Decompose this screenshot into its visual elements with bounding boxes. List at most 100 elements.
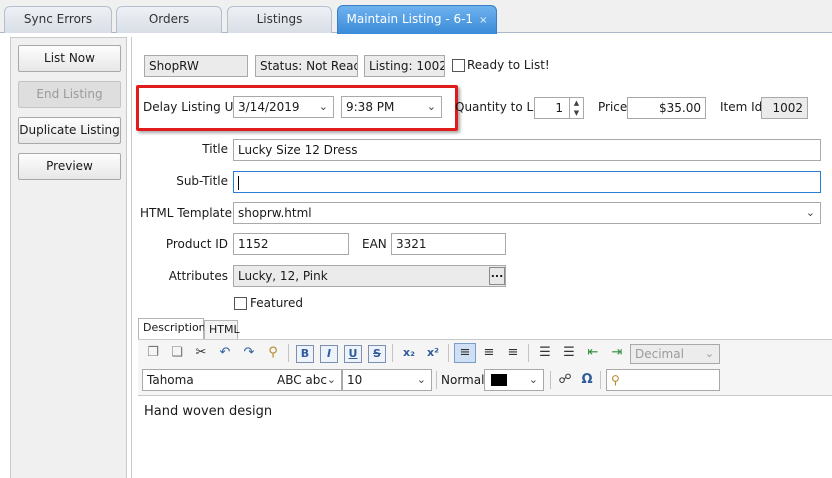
tab-html[interactable]: HTML <box>204 320 240 340</box>
item-id-field: 1002 <box>761 97 808 119</box>
underline-icon[interactable]: U <box>344 345 362 363</box>
align-center-icon[interactable]: ≡ <box>480 344 498 362</box>
price-label: Price <box>598 100 628 114</box>
tab-strip: Sync Errors Orders Listings Maintain Lis… <box>0 0 832 34</box>
tab-label: Maintain Listing - 6-1 <box>346 12 474 26</box>
subtitle-label: Sub-Title <box>176 174 228 188</box>
end-listing-button: End Listing <box>18 81 121 108</box>
list-now-button[interactable]: List Now <box>18 45 121 72</box>
close-icon[interactable]: × <box>479 15 487 26</box>
duplicate-listing-button[interactable]: Duplicate Listing <box>18 117 121 144</box>
tab-label: Sync Errors <box>23 12 93 26</box>
panel-divider <box>131 37 132 478</box>
delay-time-value: 9:38 PM <box>346 100 395 114</box>
product-id-label: Product ID <box>165 237 228 251</box>
toolbar-separator <box>288 344 289 362</box>
item-id-label: Item Id <box>720 100 763 114</box>
text-cursor <box>238 175 239 190</box>
listing-field: Listing: 1002 <box>364 55 445 77</box>
text-color-select[interactable]: ⌄ <box>484 369 544 391</box>
subtitle-input[interactable] <box>233 171 821 193</box>
find-icon[interactable]: ⚲ <box>264 344 282 362</box>
title-input[interactable]: Lucky Size 12 Dress <box>233 139 821 161</box>
link-icon[interactable]: ☍ <box>556 371 574 389</box>
toolbar-separator <box>436 371 437 389</box>
toolbar-separator <box>550 371 551 389</box>
up-arrow-icon[interactable]: ▲ <box>570 98 583 108</box>
action-panel: List Now End Listing Duplicate Listing P… <box>10 37 127 478</box>
tab-label: Listings <box>256 12 303 26</box>
font-size-select[interactable]: 10 ⌄ <box>342 369 432 391</box>
align-left-icon[interactable]: ≡ <box>454 343 476 363</box>
color-swatch <box>491 374 507 386</box>
outdent-icon[interactable]: ⇤ <box>584 344 602 362</box>
down-arrow-icon[interactable]: ▼ <box>570 108 583 118</box>
chevron-down-icon: ⌄ <box>805 206 815 219</box>
editor-toolbar: ❐ ❏ ✂ ↶ ↷ ⚲ B I U S x₂ x² ≡ ≡ ≡ ☰ ☰ ⇤ ⇥ … <box>138 339 832 395</box>
chevron-down-icon: ⌄ <box>416 373 426 386</box>
store-field: ShopRW <box>144 55 248 77</box>
list-style-select: Decimal ⌄ <box>630 344 720 364</box>
html-template-label: HTML Template <box>140 206 232 220</box>
font-name-select[interactable]: Tahoma ABC abc ⌄ <box>142 369 342 391</box>
featured-checkbox[interactable] <box>234 297 247 310</box>
tab-listings[interactable]: Listings <box>227 6 332 33</box>
align-right-icon[interactable]: ≡ <box>504 344 522 362</box>
stepper-arrows[interactable]: ▲ ▼ <box>569 98 583 118</box>
copy-icon[interactable]: ❐ <box>144 344 162 362</box>
numbered-list-icon[interactable]: ☰ <box>560 344 578 362</box>
special-character-icon[interactable]: Ω <box>578 371 596 389</box>
italic-icon[interactable]: I <box>320 345 338 363</box>
subscript-icon[interactable]: x₂ <box>400 344 418 362</box>
attributes-label: Attributes <box>168 269 228 283</box>
paste-icon[interactable]: ❏ <box>168 344 186 362</box>
search-icon: ⚲ <box>611 373 620 387</box>
list-style-value: Decimal <box>635 347 684 361</box>
toolbar-separator <box>392 344 393 362</box>
search-input[interactable]: ⚲ <box>606 369 720 391</box>
featured-label: Featured <box>250 296 303 310</box>
editor-tabs: Description HTML <box>138 318 832 340</box>
tab-orders[interactable]: Orders <box>116 6 222 33</box>
bold-icon[interactable]: B <box>296 345 314 363</box>
delay-date-select[interactable]: 3/14/2019 ⌄ <box>233 96 334 118</box>
status-field: Status: Not Ready <box>255 55 358 77</box>
toolbar-separator <box>528 344 529 362</box>
attributes-field: Lucky, 12, Pink <box>233 265 506 287</box>
delay-time-select[interactable]: 9:38 PM ⌄ <box>341 96 442 118</box>
editor-content[interactable]: Hand woven design <box>144 404 272 419</box>
chevron-down-icon: ⌄ <box>426 100 436 113</box>
indent-icon[interactable]: ⇥ <box>608 344 626 362</box>
tab-sync-errors[interactable]: Sync Errors <box>4 6 112 33</box>
chevron-down-icon: ⌄ <box>704 347 714 360</box>
html-template-select[interactable]: shoprw.html ⌄ <box>233 202 821 224</box>
tab-label: Orders <box>148 12 190 26</box>
price-field[interactable]: $35.00 <box>627 97 706 119</box>
tab-description[interactable]: Description <box>138 318 206 340</box>
redo-icon[interactable]: ↷ <box>240 344 258 362</box>
font-size-value: 10 <box>347 373 363 387</box>
strikethrough-icon[interactable]: S <box>368 345 386 363</box>
tab-maintain-listing[interactable]: Maintain Listing - 6-1 × <box>337 5 497 34</box>
title-label: Title <box>202 142 228 156</box>
attributes-browse-button[interactable]: ... <box>489 267 505 285</box>
ean-label: EAN <box>362 237 387 251</box>
ready-to-list-label: Ready to List! <box>467 58 550 72</box>
description-editor[interactable]: Hand woven design <box>138 395 832 478</box>
cut-icon[interactable]: ✂ <box>192 344 210 362</box>
delay-date-value: 3/14/2019 <box>238 100 300 114</box>
superscript-icon[interactable]: x² <box>424 344 442 362</box>
paragraph-style-label: Normal <box>441 373 485 387</box>
product-id-input[interactable]: 1152 <box>233 233 349 255</box>
quantity-value: 1 <box>555 101 563 115</box>
chevron-down-icon: ⌄ <box>318 100 328 113</box>
preview-button[interactable]: Preview <box>18 153 121 180</box>
toolbar-separator <box>448 344 449 362</box>
ean-input[interactable]: 3321 <box>391 233 506 255</box>
ready-to-list-checkbox[interactable] <box>452 59 465 72</box>
toolbar-separator <box>600 371 601 389</box>
font-name-value: Tahoma <box>147 373 194 387</box>
chevron-down-icon: ⌄ <box>326 373 336 386</box>
bullet-list-icon[interactable]: ☰ <box>536 344 554 362</box>
undo-icon[interactable]: ↶ <box>216 344 234 362</box>
